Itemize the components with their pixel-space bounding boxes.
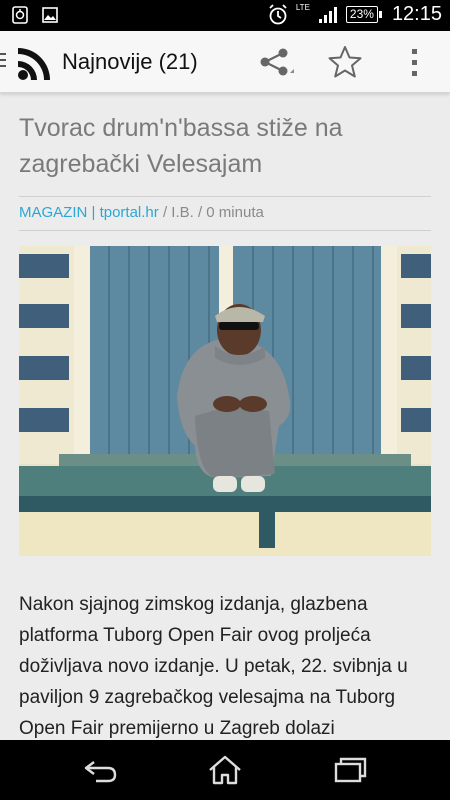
signal-icon bbox=[318, 6, 337, 23]
back-icon[interactable] bbox=[80, 754, 120, 786]
meta-separator: | bbox=[87, 204, 100, 221]
home-icon[interactable] bbox=[205, 754, 245, 786]
star-icon[interactable] bbox=[325, 44, 365, 80]
recent-apps-icon[interactable] bbox=[330, 754, 370, 786]
overflow-menu-icon[interactable] bbox=[400, 46, 430, 80]
clock: 12:15 bbox=[391, 3, 442, 25]
share-icon[interactable] bbox=[256, 45, 296, 81]
alarm-icon bbox=[269, 3, 287, 24]
navigation-bar bbox=[0, 740, 450, 800]
source-link[interactable]: tportal.hr bbox=[100, 204, 159, 221]
network-type: LTE bbox=[295, 3, 310, 12]
category-link[interactable]: MAGAZIN bbox=[19, 204, 87, 221]
image-icon bbox=[42, 7, 58, 23]
title-divider bbox=[19, 196, 431, 197]
byline: / I.B. / 0 minuta bbox=[158, 204, 264, 221]
article-content[interactable]: Tvorac drum'n'bassa stiže na zagrebački … bbox=[0, 92, 450, 740]
action-bar: Najnovije (21) bbox=[0, 31, 450, 93]
sync-icon bbox=[12, 6, 28, 24]
article-title: Tvorac drum'n'bassa stiže na zagrebački … bbox=[19, 114, 343, 178]
battery-indicator: 23% bbox=[345, 6, 382, 23]
article-body: Nakon sjajnog zimskog izdanja, glazbena … bbox=[19, 594, 408, 739]
meta-divider bbox=[19, 230, 431, 231]
rss-logo-icon[interactable] bbox=[16, 44, 54, 82]
action-bar-title[interactable]: Najnovije (21) bbox=[62, 49, 198, 75]
drawer-indicator-icon[interactable] bbox=[0, 53, 6, 71]
article-meta: MAGAZIN | tportal.hr / I.B. / 0 minuta bbox=[19, 204, 264, 221]
article-hero-image[interactable] bbox=[19, 246, 431, 556]
status-bar: LTE 23% 12:15 bbox=[0, 0, 450, 31]
